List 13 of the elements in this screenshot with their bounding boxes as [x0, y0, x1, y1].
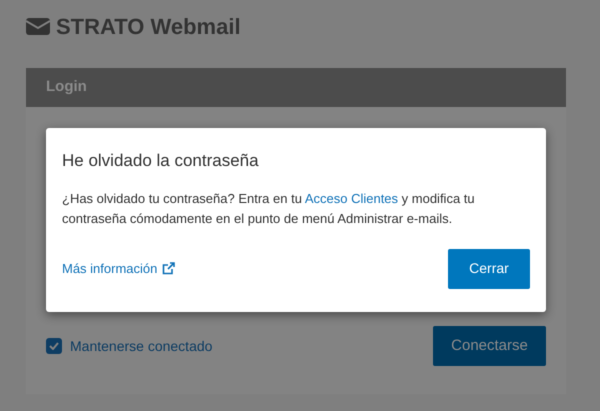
- dialog-message: ¿Has olvidado tu contraseña? Entra en tu Acceso Clientes y modifica tu contraseña cómodamente en el punto de menú Administrar e-mails.: [62, 190, 476, 228]
- checkbox[interactable]: [46, 338, 62, 354]
- external-link-icon: [162, 262, 176, 275]
- envelope-icon: [26, 16, 50, 36]
- login-button[interactable]: Conectarse: [433, 326, 546, 366]
- check-icon: [49, 342, 59, 350]
- more-info-link[interactable]: Más información: [62, 258, 176, 278]
- close-button[interactable]: Cerrar: [448, 248, 530, 288]
- customer-access-link[interactable]: Acceso Clientes: [304, 190, 398, 206]
- checkbox-label[interactable]: Mantenerse conectado: [70, 336, 212, 356]
- app-title: STRATO Webmail: [56, 12, 241, 40]
- dialog-title: He olvidado la contraseña: [62, 150, 260, 172]
- panel-title: Login: [46, 77, 87, 98]
